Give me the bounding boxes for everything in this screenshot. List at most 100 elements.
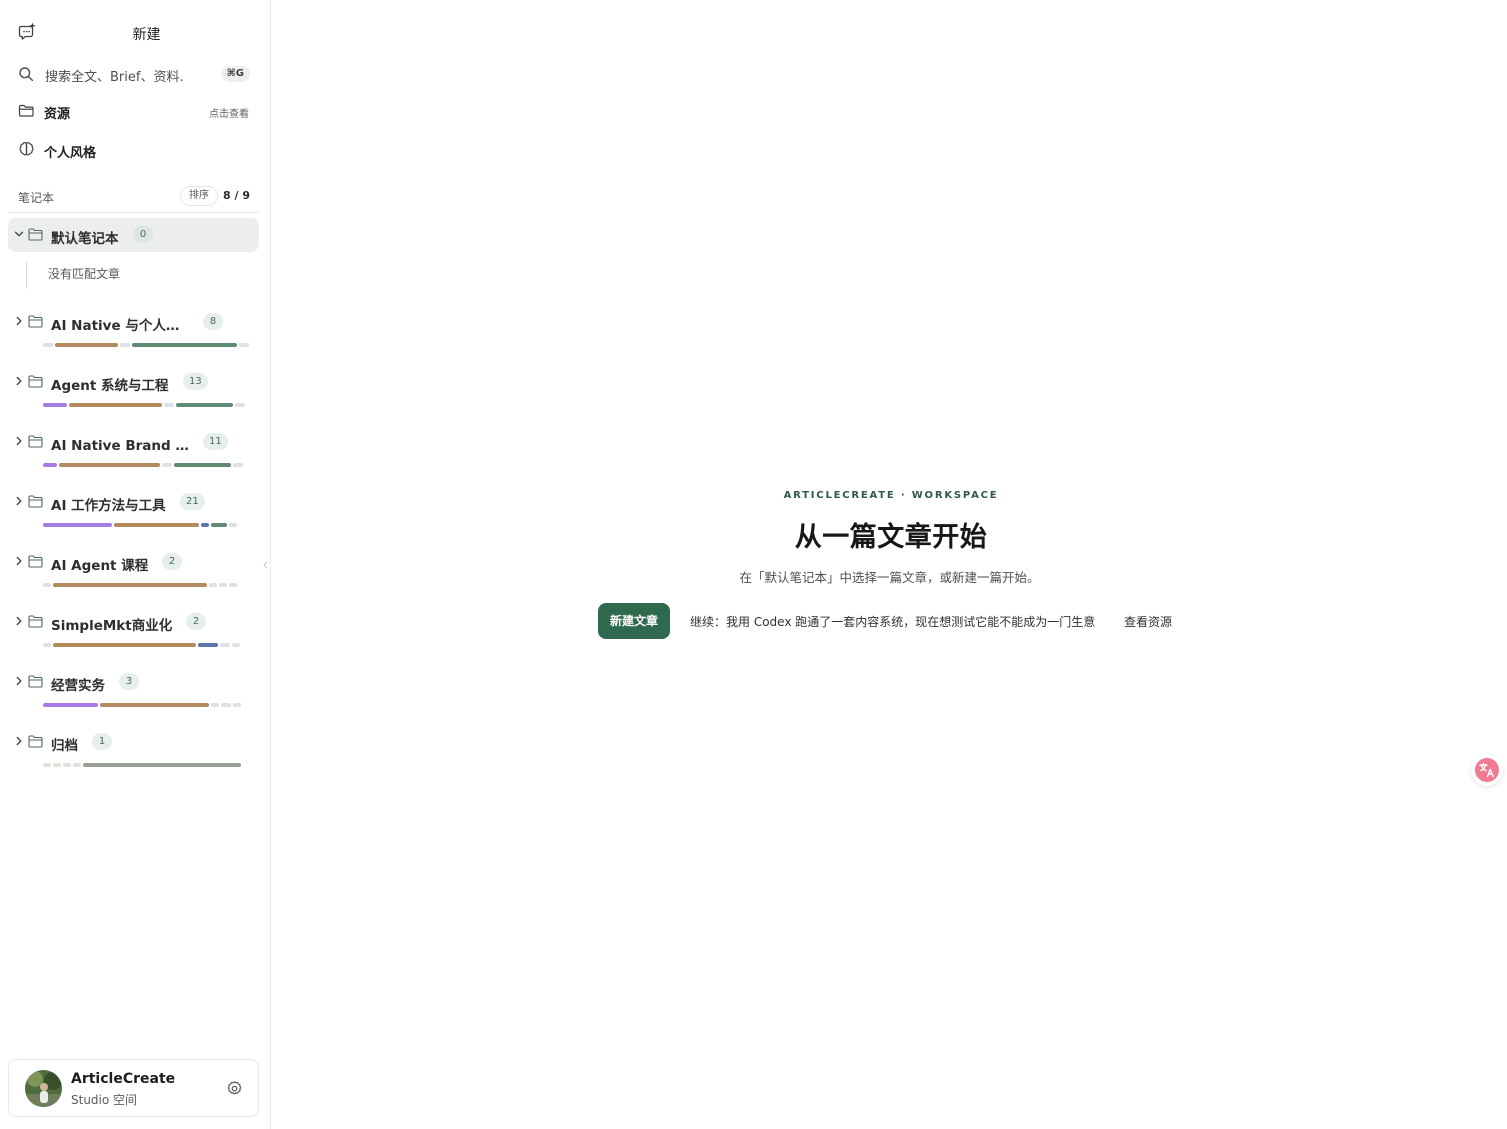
chevron-right-icon[interactable] bbox=[13, 375, 25, 387]
notebook-count-badge: 13 bbox=[183, 373, 208, 390]
notebook-name: AI Native Brand 与... bbox=[51, 438, 189, 454]
notebook-item[interactable]: 经营实务 3 bbox=[8, 665, 259, 699]
notebook-item[interactable]: AI Native 与个人进化 8 bbox=[8, 305, 259, 339]
progress-segment bbox=[132, 343, 237, 347]
notebook-progress-bar bbox=[43, 703, 249, 707]
translate-button[interactable] bbox=[1471, 754, 1503, 786]
notebooks-header: 笔记本 排序 8 / 9 bbox=[18, 186, 250, 206]
translate-icon bbox=[1475, 758, 1499, 782]
divider bbox=[8, 212, 259, 213]
progress-segment bbox=[201, 523, 209, 527]
notebook-progress-bar bbox=[43, 523, 249, 527]
folder-icon bbox=[28, 615, 43, 628]
progress-segment bbox=[229, 583, 237, 587]
search-placeholder: 搜索全文、Brief、资料. bbox=[45, 70, 184, 85]
notebook-item[interactable]: AI Native Brand 与... 11 bbox=[8, 425, 259, 459]
progress-segment bbox=[221, 703, 231, 707]
progress-segment bbox=[229, 523, 237, 527]
notebook-name: AI 工作方法与工具 bbox=[51, 498, 166, 514]
progress-segment bbox=[114, 523, 199, 527]
chevron-right-icon[interactable] bbox=[13, 495, 25, 507]
main-workspace: ARTICLECREATE · WORKSPACE 从一篇文章开始 在「默认笔记… bbox=[272, 0, 1507, 1129]
search-shortcut-badge: ⌘G bbox=[220, 66, 250, 82]
chevron-right-icon[interactable] bbox=[13, 315, 25, 327]
new-button[interactable]: 新建 bbox=[0, 18, 271, 46]
progress-segment bbox=[233, 703, 241, 707]
new-article-button[interactable]: 新建文章 bbox=[598, 603, 670, 639]
progress-segment bbox=[73, 763, 81, 767]
progress-segment bbox=[174, 463, 231, 467]
sidebar-item-label: 资源 bbox=[44, 107, 71, 122]
progress-segment bbox=[100, 703, 209, 707]
chevron-right-icon[interactable] bbox=[13, 555, 25, 567]
folder-icon bbox=[28, 375, 43, 388]
notebook-empty-text: 没有匹配文章 bbox=[26, 262, 120, 289]
progress-segment bbox=[53, 763, 61, 767]
continue-article-link[interactable]: 继续：我用 Codex 跑通了一套内容系统，现在想测试它能不能成为一门生意 bbox=[690, 613, 1095, 630]
progress-segment bbox=[83, 763, 241, 767]
progress-segment bbox=[209, 583, 217, 587]
notebook-count-badge: 3 bbox=[119, 673, 139, 690]
progress-segment bbox=[43, 583, 51, 587]
progress-segment bbox=[233, 463, 243, 467]
profile-card[interactable]: ArticleCreate Studio 空间 bbox=[8, 1059, 259, 1117]
notebook-count-badge: 0 bbox=[133, 226, 153, 243]
folder-icon bbox=[28, 315, 43, 328]
notebook-name: SimpleMkt商业化 bbox=[51, 618, 173, 634]
workspace-eyebrow: ARTICLECREATE · WORKSPACE bbox=[783, 490, 999, 501]
notebook-item[interactable]: SimpleMkt商业化 2 bbox=[8, 605, 259, 639]
profile-subtitle: Studio 空间 bbox=[71, 1093, 138, 1107]
notebook-item[interactable]: AI Agent 课程 2 bbox=[8, 545, 259, 579]
progress-segment bbox=[63, 763, 71, 767]
search-icon bbox=[19, 67, 34, 82]
notebook-count-badge: 2 bbox=[162, 553, 182, 570]
progress-segment bbox=[198, 643, 218, 647]
view-resources-link[interactable]: 查看资源 bbox=[1124, 613, 1172, 630]
notebook-name: 默认笔记本 bbox=[51, 231, 119, 247]
folder-icon bbox=[28, 735, 43, 748]
notebook-name: 归档 bbox=[51, 738, 78, 754]
folder-icon bbox=[28, 495, 43, 508]
progress-segment bbox=[176, 403, 233, 407]
page-title: 从一篇文章开始 bbox=[794, 522, 988, 553]
notebooks-count: 8 / 9 bbox=[223, 189, 250, 202]
notebooks-title: 笔记本 bbox=[18, 191, 55, 205]
chevron-left-icon bbox=[263, 562, 267, 568]
progress-segment bbox=[43, 523, 112, 527]
progress-segment bbox=[59, 463, 160, 467]
notebook-name: Agent 系统与工程 bbox=[51, 378, 169, 394]
notebook-item[interactable]: 归档 1 bbox=[8, 725, 259, 759]
progress-segment bbox=[43, 703, 98, 707]
chevron-right-icon[interactable] bbox=[13, 615, 25, 627]
notebook-progress-bar bbox=[43, 403, 249, 407]
progress-segment bbox=[43, 463, 57, 467]
notebook-item[interactable]: AI 工作方法与工具 21 bbox=[8, 485, 259, 519]
new-button-label: 新建 bbox=[132, 27, 161, 43]
collapse-sidebar-handle[interactable] bbox=[258, 557, 272, 573]
progress-segment bbox=[164, 403, 174, 407]
progress-segment bbox=[43, 343, 53, 347]
notebook-progress-bar bbox=[43, 643, 249, 647]
chevron-down-icon[interactable] bbox=[13, 228, 25, 240]
sidebar-item-label: 个人风格 bbox=[44, 146, 97, 161]
gear-icon[interactable] bbox=[226, 1080, 243, 1097]
progress-segment bbox=[120, 343, 130, 347]
notebook-progress-bar bbox=[43, 463, 249, 467]
progress-segment bbox=[69, 403, 162, 407]
progress-segment bbox=[43, 643, 51, 647]
chevron-right-icon[interactable] bbox=[13, 675, 25, 687]
sort-button[interactable]: 排序 bbox=[180, 186, 218, 206]
chevron-right-icon[interactable] bbox=[13, 735, 25, 747]
progress-segment bbox=[235, 403, 245, 407]
folder-icon bbox=[28, 555, 43, 568]
progress-segment bbox=[211, 523, 227, 527]
progress-segment bbox=[232, 643, 240, 647]
sidebar-item-resources[interactable]: 资源 点击查看 bbox=[10, 97, 260, 125]
search-input[interactable]: 搜索全文、Brief、资料. ⌘G bbox=[10, 60, 260, 88]
sidebar-item-personal-style[interactable]: 个人风格 bbox=[10, 136, 260, 164]
folder-icon bbox=[18, 104, 34, 117]
chevron-right-icon[interactable] bbox=[13, 435, 25, 447]
notebook-item[interactable]: Agent 系统与工程 13 bbox=[8, 365, 259, 399]
notebook-item[interactable]: 默认笔记本 0 bbox=[8, 218, 259, 252]
progress-segment bbox=[239, 343, 249, 347]
